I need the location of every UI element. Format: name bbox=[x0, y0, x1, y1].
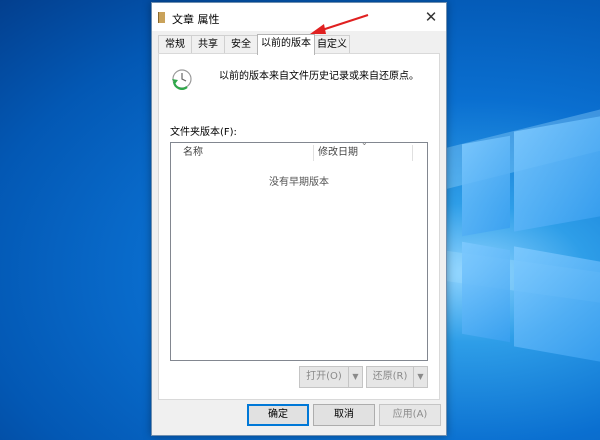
description-text: 以前的版本来自文件历史记录或来自还原点。 bbox=[219, 71, 419, 82]
title-bar: 文章 属性 ✕ bbox=[152, 3, 446, 31]
restore-history-icon bbox=[172, 69, 192, 90]
dropdown-arrow-icon[interactable]: ▼ bbox=[348, 367, 362, 387]
apply-button[interactable]: 应用(A) bbox=[379, 404, 441, 426]
cancel-button[interactable]: 取消 bbox=[313, 404, 375, 426]
tab-security[interactable]: 安全 bbox=[224, 35, 258, 54]
dialog-title: 文章 属性 bbox=[172, 13, 220, 26]
restore-split-button[interactable]: 还原(R) ▼ bbox=[366, 366, 428, 388]
windows-logo-pane bbox=[462, 135, 510, 237]
windows-logo-pane bbox=[514, 116, 600, 232]
tab-previous-versions[interactable]: 以前的版本 bbox=[257, 34, 315, 55]
sort-arrow-icon: ⌄ bbox=[361, 138, 368, 147]
folder-icon bbox=[158, 12, 165, 23]
ok-button[interactable]: 确定 bbox=[247, 404, 309, 426]
windows-logo-pane bbox=[514, 246, 600, 362]
restore-button-label[interactable]: 还原(R) bbox=[367, 367, 413, 387]
column-header-modified-date[interactable]: 修改日期 bbox=[318, 143, 358, 163]
folder-versions-label: 文件夹版本(F): bbox=[170, 127, 237, 138]
versions-list[interactable]: 名称 修改日期 ⌄ 没有早期版本 bbox=[170, 138, 428, 361]
empty-list-message: 没有早期版本 bbox=[269, 177, 329, 188]
open-split-button[interactable]: 打开(O) ▼ bbox=[299, 366, 363, 388]
windows-logo-pane bbox=[462, 241, 510, 343]
properties-dialog: 文章 属性 ✕ 常规 共享 安全 以前的版本 自定义 以前的版本来自文件历史记录… bbox=[151, 2, 447, 436]
close-button[interactable]: ✕ bbox=[416, 3, 446, 31]
open-button-label[interactable]: 打开(O) bbox=[300, 367, 348, 387]
dropdown-arrow-icon[interactable]: ▼ bbox=[413, 367, 427, 387]
previous-versions-panel: 以前的版本来自文件历史记录或来自还原点。 文件夹版本(F): 名称 修改日期 ⌄… bbox=[158, 53, 440, 400]
column-header-name[interactable]: 名称 bbox=[183, 143, 203, 163]
tab-general[interactable]: 常规 bbox=[158, 35, 192, 54]
tab-sharing[interactable]: 共享 bbox=[191, 35, 225, 54]
tab-customize[interactable]: 自定义 bbox=[314, 35, 350, 54]
column-divider bbox=[313, 145, 314, 161]
column-divider bbox=[412, 145, 413, 161]
